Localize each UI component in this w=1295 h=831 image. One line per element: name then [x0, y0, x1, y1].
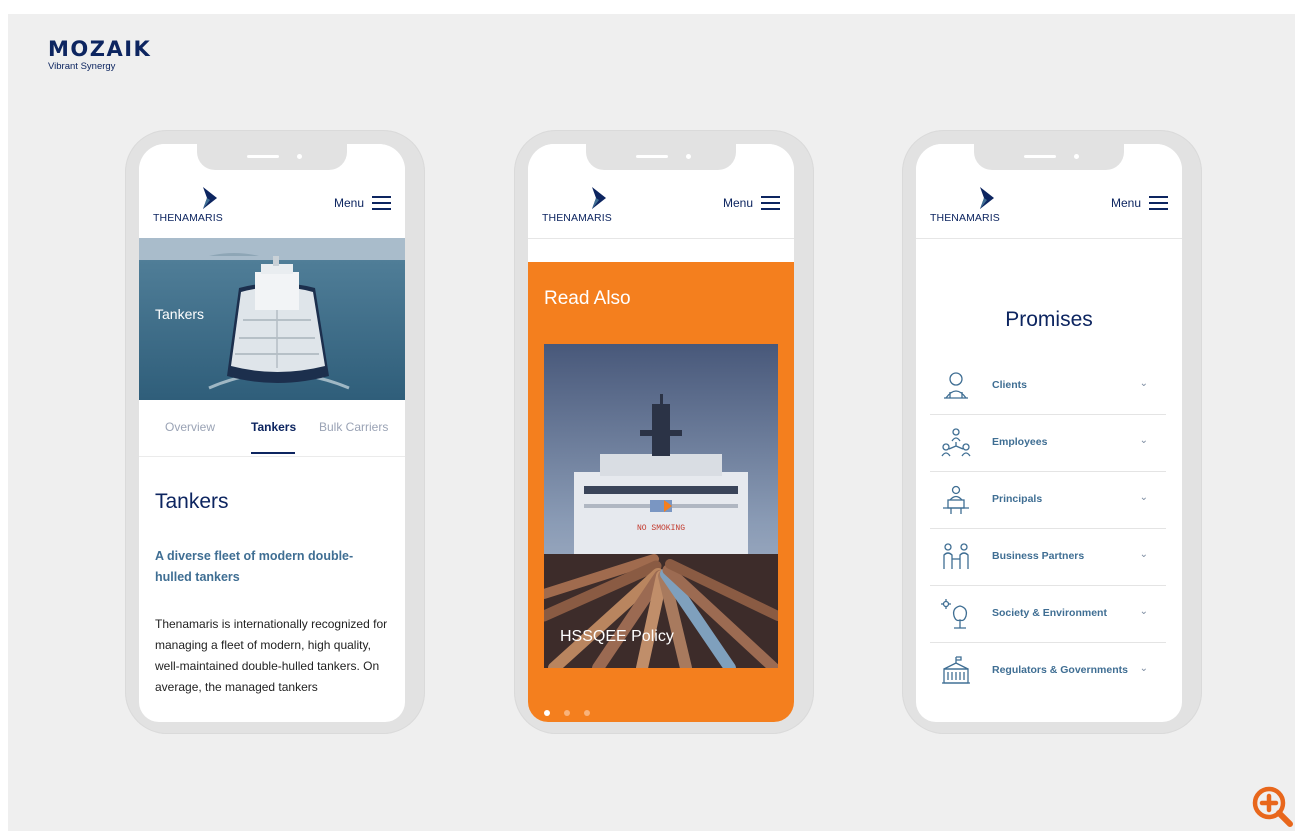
accordion-label: Society & Environment: [992, 607, 1107, 619]
phone-screen: THENAMARIS Menu Tankers Overview Tankers…: [139, 144, 405, 722]
no-smoking-sign: NO SMOKING: [637, 524, 685, 533]
chevron-down-icon: ⌄: [1139, 549, 1148, 560]
accordion-label: Business Partners: [992, 550, 1085, 562]
article-body: Thenamaris is internationally recognized…: [155, 617, 388, 694]
brand-name: MOZAIK: [48, 37, 152, 61]
phone-mockup-tankers: THENAMARIS Menu Tankers Overview Tankers…: [125, 130, 425, 734]
chevron-down-icon: ⌄: [1139, 492, 1148, 503]
menu-label: Menu: [333, 196, 364, 210]
chevron-down-icon: ⌄: [1139, 378, 1148, 389]
brand-logo: MOZAIK Vibrant Synergy: [48, 38, 151, 72]
phone-notch: [586, 144, 736, 170]
logo-text: THENAMARIS: [153, 212, 223, 224]
read-also-section: Read Also NO SMOKING HSSQEE Policy: [528, 262, 794, 722]
government-building-icon: [942, 656, 970, 684]
section-title: Read Also: [544, 288, 631, 309]
hero-label: Tankers: [155, 306, 205, 322]
zoom-in-icon[interactable]: [1249, 783, 1293, 827]
accordion-item-principals[interactable]: Principals ⌄: [930, 472, 1166, 529]
menu-label: Menu: [1110, 196, 1141, 210]
phone-screen: THENAMARIS Menu Promises Clients ⌄ Emplo…: [916, 144, 1182, 722]
arrow-logo-icon: [980, 187, 994, 209]
phone-notch: [974, 144, 1124, 170]
menu-button[interactable]: Menu: [723, 196, 780, 210]
carousel-dot[interactable]: [584, 710, 590, 716]
article-subtitle: A diverse fleet of modern double-hulled …: [155, 549, 354, 584]
fleet-tabs: Overview Tankers Bulk Carriers: [139, 400, 405, 457]
accordion-label: Regulators & Governments: [992, 664, 1128, 676]
tanker-hero-image: Tankers: [139, 238, 405, 400]
accordion-item-employees[interactable]: Employees ⌄: [930, 415, 1166, 472]
promises-accordion: Clients ⌄ Employees ⌄ Principals ⌄ Busin…: [930, 358, 1166, 699]
carousel-dot[interactable]: [564, 710, 570, 716]
logo-text: THENAMARIS: [930, 212, 1000, 224]
hamburger-icon: [372, 196, 391, 210]
tab-overview[interactable]: Overview: [165, 420, 215, 434]
logo-text: THENAMARIS: [542, 212, 612, 224]
menu-label: Menu: [722, 196, 753, 210]
menu-button[interactable]: Menu: [1111, 196, 1168, 210]
phone-mockup-read-also: THENAMARIS Menu Read Also NO SMOKING HSS…: [514, 130, 814, 734]
hamburger-icon: [761, 196, 780, 210]
tab-bulk-carriers[interactable]: Bulk Carriers: [319, 420, 388, 434]
phone-notch: [197, 144, 347, 170]
card-title: HSSQEE Policy: [560, 628, 674, 645]
accordion-label: Clients: [992, 379, 1028, 391]
brand-tagline: Vibrant Synergy: [48, 61, 116, 72]
phone-screen: THENAMARIS Menu Read Also NO SMOKING HSS…: [528, 144, 794, 722]
active-tab-indicator: [251, 452, 295, 454]
menu-button[interactable]: Menu: [334, 196, 391, 210]
chevron-down-icon: ⌄: [1139, 663, 1148, 674]
hamburger-icon: [1149, 196, 1168, 210]
chevron-down-icon: ⌄: [1139, 606, 1148, 617]
tree-icon: [941, 599, 968, 629]
accordion-label: Employees: [992, 436, 1048, 448]
chevron-down-icon: ⌄: [1139, 435, 1148, 446]
promises-title: Promises: [1005, 308, 1093, 331]
accordion-item-business-partners[interactable]: Business Partners ⌄: [930, 529, 1166, 586]
arrow-logo-icon: [203, 187, 217, 209]
page-title: Tankers: [155, 490, 229, 513]
accordion-label: Principals: [992, 493, 1043, 505]
desk-person-icon: [943, 485, 969, 514]
person-icon: [944, 372, 968, 399]
accordion-item-society-environment[interactable]: Society & Environment ⌄: [930, 586, 1166, 643]
tab-tankers[interactable]: Tankers: [251, 420, 296, 434]
ship-deck-photo: NO SMOKING: [544, 344, 778, 668]
accordion-item-clients[interactable]: Clients ⌄: [930, 358, 1166, 415]
article-card[interactable]: NO SMOKING HSSQEE Policy: [544, 344, 778, 668]
accordion-item-regulators-governments[interactable]: Regulators & Governments ⌄: [930, 643, 1166, 699]
carousel-dot-active[interactable]: [544, 710, 550, 716]
arrow-logo-icon: [592, 187, 606, 209]
team-icon: [941, 428, 971, 457]
handshake-icon: [943, 543, 969, 569]
carousel-pagination: [544, 710, 590, 716]
phone-mockup-promises: THENAMARIS Menu Promises Clients ⌄ Emplo…: [902, 130, 1202, 734]
